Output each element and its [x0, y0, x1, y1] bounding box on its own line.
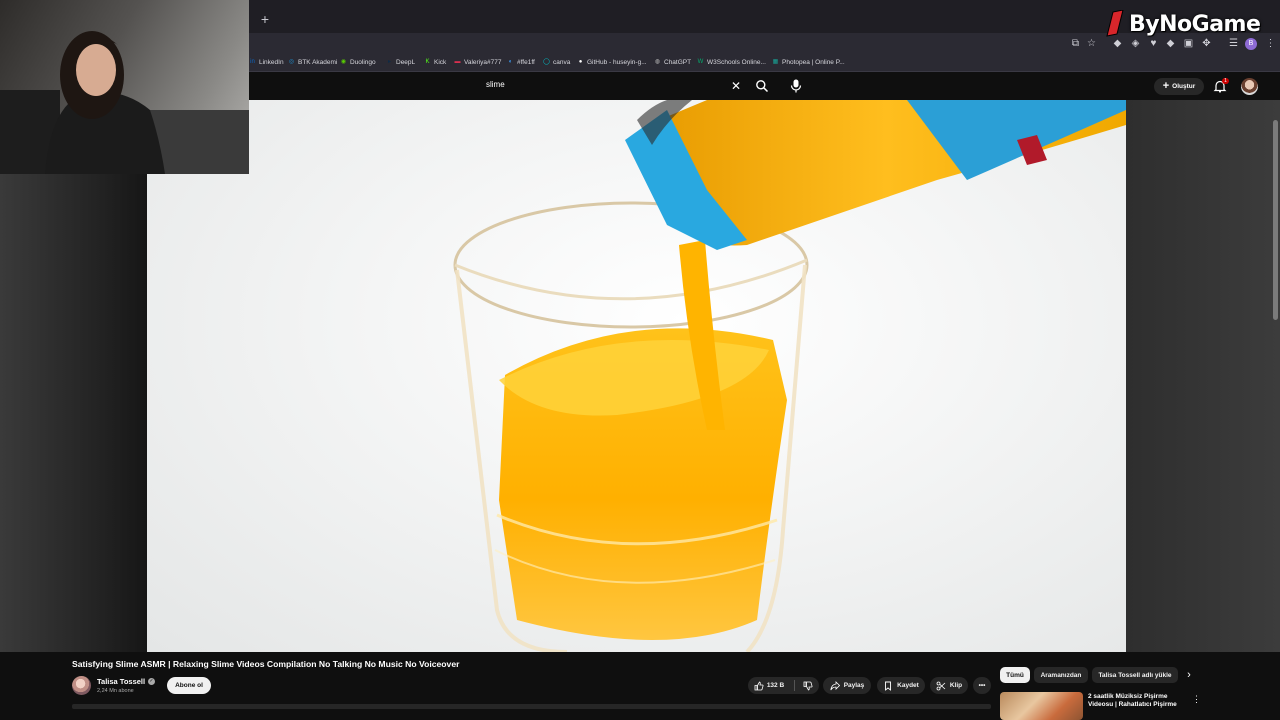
avatar[interactable] — [1241, 78, 1258, 95]
notification-badge: 1 — [1222, 78, 1229, 84]
bookmark-label: BTK Akademi — [298, 59, 338, 66]
deepl-icon: ▸ — [387, 59, 391, 65]
valeriya-icon: ▬ — [454, 59, 461, 65]
microphone-icon[interactable] — [789, 78, 803, 94]
video-title: Satisfying Slime ASMR | Relaxing Slime V… — [72, 659, 460, 669]
video-player[interactable] — [147, 100, 1126, 652]
create-button[interactable]: + Oluştur — [1154, 78, 1204, 95]
chip-channel-uploads[interactable]: Talisa Tossell adlı yükle — [1092, 667, 1178, 683]
player-side-panel — [1126, 100, 1280, 652]
star-icon[interactable]: ☆ — [1086, 38, 1097, 49]
verified-icon: ✓ — [148, 678, 155, 685]
btk-icon: ◎ — [288, 59, 295, 65]
bookmark-label: W3Schools Online... — [707, 59, 766, 66]
bookmark-label: GitHub - huseyin-g... — [587, 59, 647, 66]
color-icon: ◐ — [508, 59, 513, 65]
bookmark-item[interactable]: ● GitHub - huseyin-g... — [577, 57, 647, 68]
w3schools-icon: W — [697, 59, 704, 65]
bookmark-item[interactable]: ▸ DeepL — [386, 57, 415, 68]
github-icon: ● — [578, 59, 583, 65]
bookmark-label: ChatGPT — [664, 59, 692, 66]
share-icon — [830, 680, 840, 690]
bookmark-label: Duolingo — [350, 59, 376, 66]
bookmark-item[interactable]: ▬ Valeriya#777 — [454, 57, 502, 68]
recommended-video-thumbnail[interactable] — [1000, 692, 1083, 720]
like-button[interactable]: 132 B — [754, 681, 784, 691]
logo-text: ByNoGame — [1129, 11, 1261, 37]
thumbs-down-icon — [803, 681, 813, 690]
bookmark-item[interactable]: ◐ #ffe1ff — [507, 57, 535, 68]
photopea-icon: ▦ — [772, 59, 779, 65]
share-button[interactable]: Paylaş — [823, 677, 871, 694]
progress-bar[interactable] — [72, 704, 991, 709]
flame-logo-icon — [1106, 10, 1124, 37]
clip-button[interactable]: Klip — [930, 677, 968, 694]
clip-label: Klip — [949, 682, 963, 689]
scissors-icon — [936, 681, 946, 690]
bookmark-label: Kick — [434, 59, 447, 66]
subscribe-button[interactable]: Abone ol — [167, 677, 211, 694]
bynogame-logo: ByNoGame — [1103, 7, 1278, 41]
new-tab-button[interactable]: + — [258, 12, 272, 26]
duolingo-icon: ◉ — [340, 59, 347, 65]
dislike-button[interactable] — [803, 681, 813, 691]
plus-icon: + — [1162, 80, 1170, 92]
like-count: 132 B — [766, 682, 785, 689]
save-label: Kaydet — [897, 682, 919, 689]
chevron-right-icon[interactable]: › — [1183, 669, 1195, 681]
scrollbar[interactable] — [1273, 120, 1278, 320]
bookmark-label: canva — [553, 59, 571, 66]
install-icon[interactable]: ⧉ — [1070, 38, 1081, 49]
bookmark-item[interactable]: ◍ ChatGPT — [654, 57, 691, 68]
more-actions-button[interactable]: ••• — [973, 677, 991, 694]
bookmark-icon — [885, 681, 892, 691]
recommended-video-title[interactable]: 2 saatlik Müziksiz Pişirme Videosu | Rah… — [1088, 693, 1183, 709]
share-label: Paylaş — [843, 682, 865, 689]
video-frame-juice-pour — [453, 100, 1126, 652]
channel-avatar[interactable] — [72, 676, 91, 695]
kebab-menu-icon[interactable]: ⋮ — [1192, 693, 1201, 705]
bookmark-item[interactable]: ◯ canva — [543, 57, 570, 68]
divider — [794, 680, 796, 691]
thumbs-up-icon — [754, 681, 764, 690]
subscriber-count: 2,24 Mn abone — [97, 688, 134, 694]
search-input[interactable]: slime — [486, 80, 505, 89]
bookmark-label: LinkedIn — [259, 59, 284, 66]
search-icon[interactable] — [755, 79, 769, 93]
bookmark-label: DeepL — [396, 59, 416, 66]
chatgpt-icon: ◍ — [654, 59, 661, 65]
bookmark-item[interactable]: ◉ Duolingo — [340, 57, 376, 68]
channel-name[interactable]: Talisa Tossell — [97, 677, 145, 686]
close-icon[interactable]: ✕ — [731, 79, 741, 93]
canva-icon: ◯ — [543, 59, 550, 65]
bookmark-item[interactable]: in LinkedIn — [249, 57, 284, 68]
bookmark-item[interactable]: W W3Schools Online... — [697, 57, 766, 68]
bookmark-label: #ffe1ff — [517, 59, 535, 66]
like-dislike-group: 132 B — [748, 677, 819, 694]
bookmark-item[interactable]: ▦ Photopea | Online P... — [772, 57, 845, 68]
bookmark-item[interactable]: ◎ BTK Akademi — [288, 57, 338, 68]
linkedin-icon: in — [250, 59, 255, 65]
create-label: Oluştur — [1172, 83, 1196, 90]
bookmark-label: Photopea | Online P... — [782, 59, 845, 66]
chip-all[interactable]: Tümü — [1000, 667, 1030, 683]
kick-icon: K — [425, 59, 430, 65]
webcam-overlay — [0, 0, 249, 174]
chip-from-search[interactable]: Aramanızdan — [1034, 667, 1088, 683]
bookmark-label: Valeriya#777 — [464, 59, 502, 66]
streamer-face-cam — [0, 31, 249, 174]
save-button[interactable]: Kaydet — [877, 677, 925, 694]
bookmark-item[interactable]: K Kick — [424, 57, 446, 68]
